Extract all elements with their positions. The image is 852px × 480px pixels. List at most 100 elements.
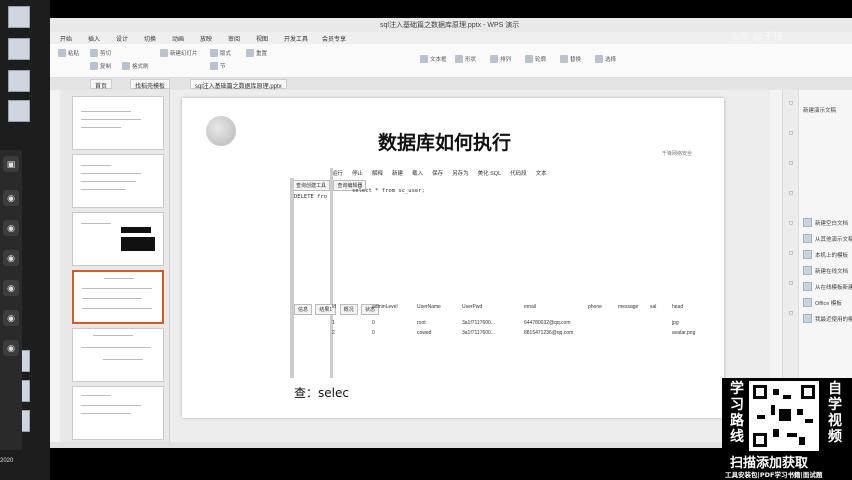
pane-tab[interactable]: ▢ xyxy=(784,280,798,286)
thumb-line xyxy=(81,119,141,120)
menu-animation[interactable]: 动画 xyxy=(172,34,184,43)
thumb-line xyxy=(81,173,141,174)
pane-tab[interactable]: ▢ xyxy=(784,220,798,226)
copy-button[interactable]: 复制 xyxy=(90,61,111,71)
task-pane-header-label: 新建演示文稿 xyxy=(803,108,837,114)
pane-tab[interactable]: ▢ xyxy=(784,160,798,166)
col-header[interactable]: phone xyxy=(588,304,602,310)
col-header[interactable]: sal xyxy=(650,304,656,310)
desktop-file-icon[interactable] xyxy=(8,6,30,28)
pane-tab[interactable]: ▢ xyxy=(784,250,798,256)
pane-splitter[interactable] xyxy=(290,178,294,378)
menu-transition[interactable]: 切换 xyxy=(144,34,156,43)
slide-text-box[interactable]: 查：selec xyxy=(294,384,349,401)
slide[interactable]: 数据库如何执行 千锋网络安全 运行 停止 解释 新建 载入 保存 另存为 美化 … xyxy=(182,98,724,418)
pane-tab-new[interactable]: ▢ xyxy=(784,100,798,106)
new-slide-button[interactable]: 新建幻灯片 xyxy=(160,48,198,58)
snippet-button[interactable]: 代码段 xyxy=(510,169,527,177)
cell-password: 3a1f7117600... xyxy=(462,330,495,336)
pane-item-local-template[interactable]: 本机上的模板 xyxy=(803,250,848,259)
doc-icon xyxy=(803,298,812,307)
run-button[interactable]: 运行 xyxy=(332,169,343,177)
textbox-button[interactable]: 文本框 xyxy=(420,54,447,64)
slide-thumbnail-active[interactable] xyxy=(72,270,164,324)
new-query-button[interactable]: 新建 xyxy=(392,169,403,177)
pane-item-label: 从在线模板新建 xyxy=(815,284,852,291)
app-icon[interactable]: ◉ xyxy=(3,250,19,266)
explain-button[interactable]: 解释 xyxy=(372,169,383,177)
qr-dot xyxy=(773,429,779,437)
menu-view[interactable]: 视图 xyxy=(256,34,268,43)
promo-overlay: 学 习 路 线 自 学 视 频 扫描添加获取 工具安装包|PDF学习书籍|面试题 xyxy=(722,378,852,480)
tab-info[interactable]: 信息 xyxy=(294,304,313,315)
layout-button[interactable]: 版式 xyxy=(210,48,231,58)
menu-design[interactable]: 设计 xyxy=(116,34,128,43)
app-icon[interactable]: ◉ xyxy=(3,280,19,296)
pane-item-online-template[interactable]: 从在线模板新建 xyxy=(803,282,852,291)
stop-button[interactable]: 停止 xyxy=(352,169,363,177)
slide-title[interactable]: 数据库如何执行 xyxy=(378,128,511,155)
slide-thumbnail[interactable] xyxy=(72,212,164,266)
sidebar-launcher: ▣ ◉ ◉ ◉ ◉ ◉ ◉ xyxy=(0,150,22,450)
arrange-button[interactable]: 排列 xyxy=(490,54,511,64)
pane-item-office-template[interactable]: Office 模板 xyxy=(803,298,842,307)
app-icon[interactable]: ▣ xyxy=(3,156,19,172)
select-label: 选择 xyxy=(605,57,617,63)
outline-button[interactable]: 轮廓 xyxy=(525,54,546,64)
section-button[interactable]: 节 xyxy=(210,61,226,71)
shape-button[interactable]: 形状 xyxy=(455,54,476,64)
paste-button[interactable]: 粘贴 xyxy=(58,48,79,58)
col-header[interactable]: UserName xyxy=(417,304,441,310)
pane-item-blank[interactable]: 新建空白文档 xyxy=(803,218,848,227)
replace-button[interactable]: 替换 xyxy=(560,54,581,64)
tab-document[interactable]: sql注入基础篇之数据库原理.pptx xyxy=(190,79,287,90)
select-button[interactable]: 选择 xyxy=(595,54,616,64)
tab-query-builder[interactable]: 查询创建工具 xyxy=(292,180,331,191)
pane-tab[interactable]: ▢ xyxy=(784,310,798,316)
slide-thumbnail[interactable] xyxy=(72,154,164,208)
beautify-button[interactable]: 美化 SQL xyxy=(478,169,502,177)
qr-dot xyxy=(797,409,803,415)
cut-button[interactable]: 剪切 xyxy=(90,48,111,58)
menu-slideshow[interactable]: 放映 xyxy=(200,34,212,43)
col-header[interactable]: UserPwd xyxy=(462,304,482,310)
app-icon[interactable]: ◉ xyxy=(3,310,19,326)
desktop-file-icon[interactable] xyxy=(8,100,30,122)
save-as-button[interactable]: 另存为 xyxy=(452,169,469,177)
app-icon[interactable]: ◉ xyxy=(3,340,19,356)
menu-member[interactable]: 会员专享 xyxy=(322,34,346,43)
desktop-file-icon[interactable] xyxy=(8,70,30,92)
pane-tab[interactable]: ▢ xyxy=(784,130,798,136)
col-header[interactable]: adminLevel xyxy=(372,304,398,310)
pane-splitter[interactable] xyxy=(330,168,333,378)
tab-templates[interactable]: 找稻壳模板 xyxy=(130,79,171,90)
app-icon[interactable]: ◉ xyxy=(3,190,19,206)
menu-home[interactable]: 开始 xyxy=(60,34,72,43)
save-button[interactable]: 保存 xyxy=(432,169,443,177)
slide-thumbnail[interactable] xyxy=(72,328,164,382)
pane-tab[interactable]: ▢ xyxy=(784,190,798,196)
pane-item-from-existing[interactable]: 从其他演示文稿新建 xyxy=(803,234,852,243)
format-painter-button[interactable]: 格式刷 xyxy=(122,61,149,71)
text-button[interactable]: 文本 xyxy=(536,169,547,177)
col-header[interactable]: email xyxy=(524,304,536,310)
col-header[interactable]: head xyxy=(672,304,683,310)
reset-button[interactable]: 重置 xyxy=(246,48,267,58)
menu-review[interactable]: 审阅 xyxy=(228,34,240,43)
tab-profile[interactable]: 概况 xyxy=(339,304,358,315)
qr-code[interactable] xyxy=(749,381,819,451)
app-icon[interactable]: ◉ xyxy=(3,220,19,236)
menu-insert[interactable]: 插入 xyxy=(88,34,100,43)
pane-item-online-doc[interactable]: 新建在线文档 xyxy=(803,266,848,275)
slide-thumbnail[interactable] xyxy=(72,386,164,440)
col-header[interactable]: message xyxy=(618,304,638,310)
sql-editor-left[interactable]: DELETE fro xyxy=(294,194,327,200)
slide-thumbnail[interactable] xyxy=(72,96,164,150)
col-header[interactable]: id xyxy=(332,304,336,310)
menu-developer[interactable]: 开发工具 xyxy=(284,34,308,43)
tab-home[interactable]: 首页 xyxy=(90,79,113,90)
load-button[interactable]: 载入 xyxy=(412,169,423,177)
desktop-file-icon[interactable] xyxy=(8,38,30,60)
sql-editor[interactable]: select * from sc_user; xyxy=(352,188,425,194)
pane-item-recent-template[interactable]: 我最近使用的模板 xyxy=(803,314,852,323)
